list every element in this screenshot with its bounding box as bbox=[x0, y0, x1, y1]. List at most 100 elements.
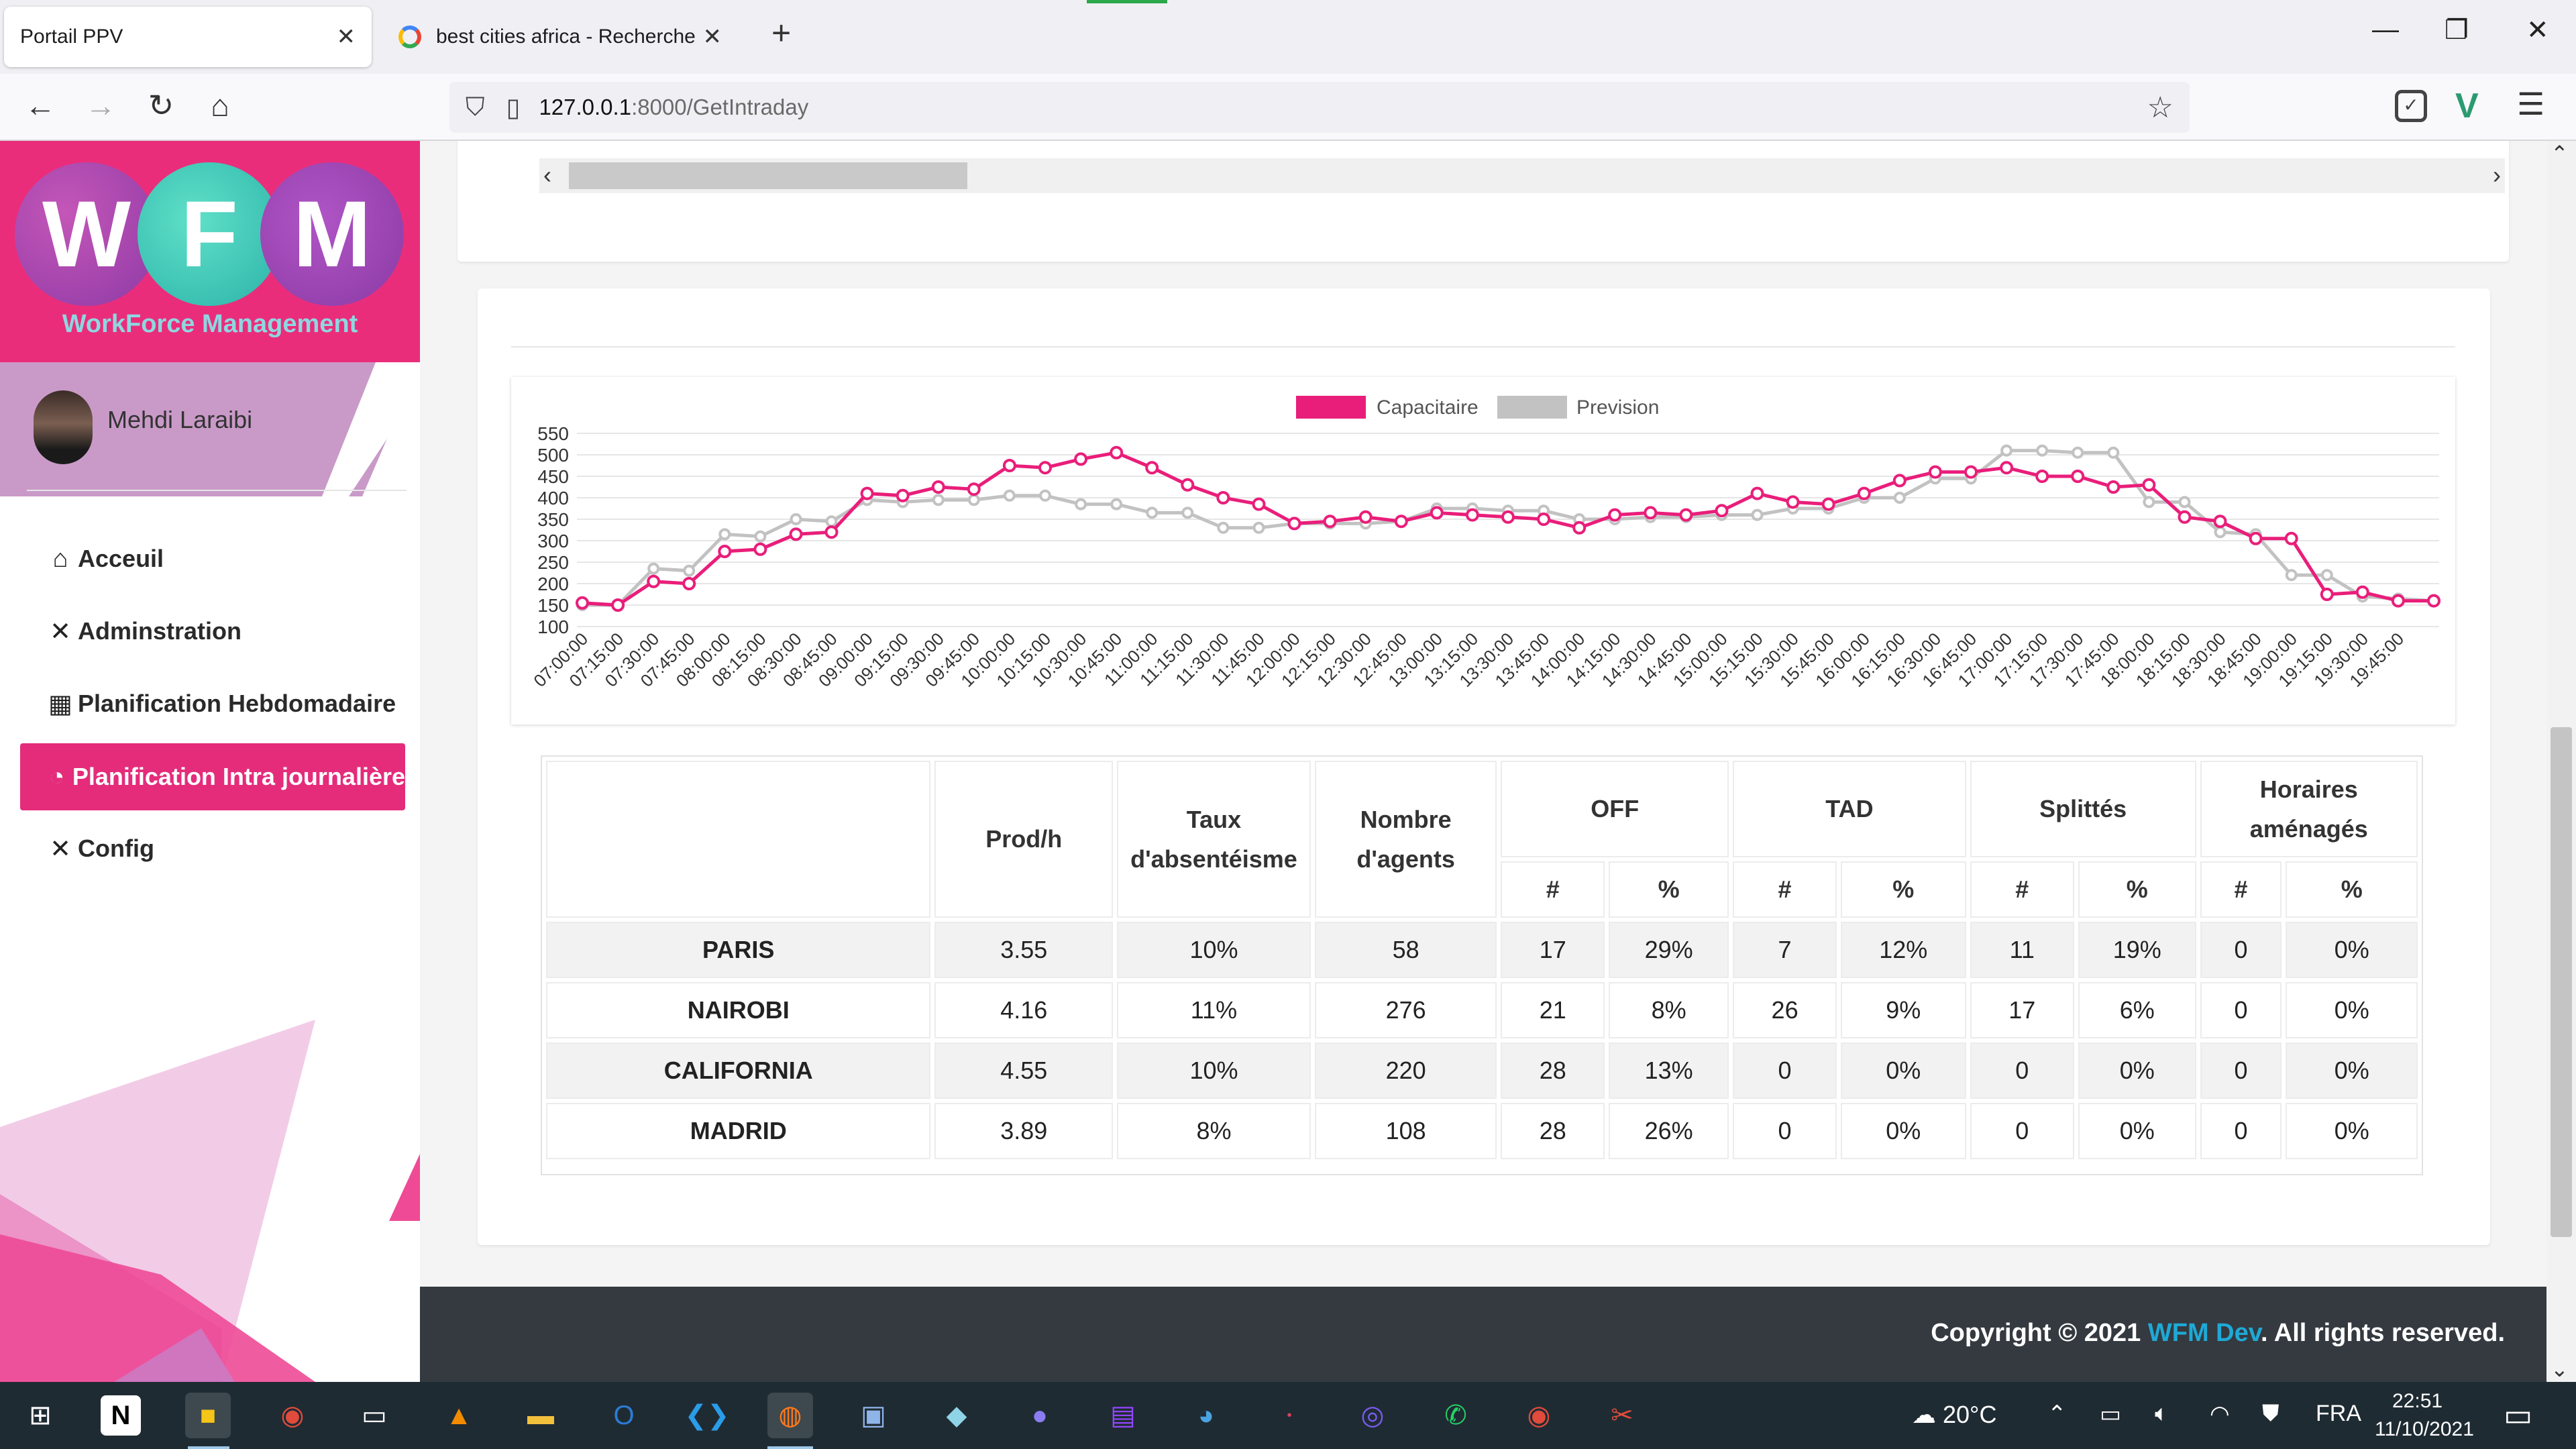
data-point[interactable] bbox=[683, 564, 696, 577]
data-point[interactable] bbox=[718, 545, 732, 558]
data-point[interactable] bbox=[1537, 513, 1551, 526]
data-point[interactable] bbox=[1075, 498, 1087, 511]
volume-icon[interactable]: 🔈︎ bbox=[2155, 1401, 2168, 1427]
data-point[interactable] bbox=[896, 488, 910, 502]
data-point[interactable] bbox=[1715, 504, 1729, 518]
data-point[interactable] bbox=[1893, 492, 1906, 504]
data-point[interactable] bbox=[1146, 506, 1159, 519]
data-point[interactable] bbox=[1110, 445, 1124, 460]
data-point[interactable] bbox=[1394, 515, 1408, 529]
data-point[interactable] bbox=[1430, 506, 1444, 520]
chevron-up-icon[interactable]: ⌃ bbox=[2047, 1401, 2067, 1428]
data-point[interactable] bbox=[932, 494, 945, 506]
close-tab-icon[interactable]: ✕ bbox=[703, 23, 722, 50]
data-point[interactable] bbox=[1465, 508, 1479, 522]
sidebar-item-config[interactable]: ✕ Config bbox=[19, 815, 407, 882]
vscode-icon[interactable]: ❮❯ bbox=[684, 1393, 730, 1438]
scrollbar-thumb[interactable] bbox=[2551, 727, 2572, 1237]
eclipse-icon[interactable]: ● bbox=[1017, 1393, 1063, 1438]
windows-start-icon[interactable]: ⊞ bbox=[17, 1393, 63, 1438]
close-tab-icon[interactable]: ✕ bbox=[337, 23, 356, 50]
data-point[interactable] bbox=[753, 542, 767, 556]
restore-icon[interactable]: ❐ bbox=[2445, 15, 2469, 46]
data-point[interactable] bbox=[860, 486, 874, 500]
home-icon[interactable]: ⌂ bbox=[200, 87, 240, 123]
data-point[interactable] bbox=[2249, 531, 2263, 545]
scroll-up-icon[interactable]: ⌃ bbox=[2551, 141, 2569, 166]
tab-google-search[interactable]: best cities africa - Recherche Go ✕ bbox=[382, 7, 738, 67]
data-point[interactable] bbox=[1252, 497, 1266, 511]
data-point[interactable] bbox=[576, 596, 589, 610]
battery-icon[interactable]: ▭ bbox=[2100, 1401, 2121, 1428]
back-icon[interactable]: ← bbox=[20, 87, 60, 123]
data-point[interactable] bbox=[2071, 470, 2085, 483]
data-point[interactable] bbox=[1323, 515, 1337, 529]
whatsapp-icon[interactable]: ✆ bbox=[1433, 1393, 1479, 1438]
data-point[interactable] bbox=[1003, 489, 1016, 502]
shield-icon[interactable]: ⛉ bbox=[466, 93, 485, 122]
data-point[interactable] bbox=[2427, 594, 2440, 608]
wifi-icon[interactable]: ◠ bbox=[2210, 1401, 2230, 1428]
data-point[interactable] bbox=[790, 513, 802, 525]
hamburger-menu-icon[interactable]: ☰ bbox=[2517, 86, 2544, 122]
data-point[interactable] bbox=[2178, 510, 2192, 524]
data-point[interactable] bbox=[825, 515, 838, 528]
data-point[interactable] bbox=[1964, 465, 1978, 479]
data-point[interactable] bbox=[1608, 508, 1622, 522]
data-point[interactable] bbox=[611, 598, 625, 612]
data-point[interactable] bbox=[2036, 444, 2049, 457]
legend-label-prevision[interactable]: Prevision bbox=[1576, 396, 1659, 419]
data-point[interactable] bbox=[824, 525, 839, 539]
twitch-icon[interactable]: ▤ bbox=[1100, 1393, 1146, 1438]
sidebar-item-planification-hebdomadaire[interactable]: ▦ Planification Hebdomadaire bbox=[19, 670, 407, 737]
sticky-notes-icon[interactable]: ■ bbox=[185, 1393, 231, 1438]
data-point[interactable] bbox=[1252, 521, 1265, 534]
data-point[interactable] bbox=[967, 494, 980, 506]
data-point[interactable] bbox=[2355, 585, 2369, 599]
data-point[interactable] bbox=[2106, 480, 2121, 494]
data-point[interactable] bbox=[1074, 452, 1088, 466]
data-point[interactable] bbox=[2284, 531, 2298, 545]
data-point[interactable] bbox=[967, 482, 981, 496]
data-point[interactable] bbox=[1501, 510, 1515, 524]
wfm-logo[interactable]: W F M WorkForce Management bbox=[0, 141, 420, 362]
data-point[interactable] bbox=[789, 527, 803, 541]
terminal-app-icon[interactable]: • bbox=[1267, 1393, 1312, 1438]
vertical-scrollbar[interactable]: ⌃ ⌄ bbox=[2546, 141, 2576, 1382]
data-point[interactable] bbox=[2178, 496, 2191, 508]
data-point[interactable] bbox=[1679, 508, 1693, 522]
data-point[interactable] bbox=[1287, 517, 1301, 531]
data-point[interactable] bbox=[754, 530, 767, 543]
bookmark-star-icon[interactable]: ☆ bbox=[2147, 91, 2174, 125]
forward-icon[interactable]: → bbox=[80, 87, 121, 123]
close-window-icon[interactable]: ✕ bbox=[2526, 15, 2549, 46]
outlook-icon[interactable]: O bbox=[601, 1393, 647, 1438]
scroll-down-icon[interactable]: ⌄ bbox=[2551, 1356, 2569, 1382]
minimize-icon[interactable]: — bbox=[2372, 15, 2399, 45]
scrollbar-thumb[interactable] bbox=[569, 162, 967, 189]
snipping-tool-icon[interactable]: ✂ bbox=[1599, 1393, 1645, 1438]
data-point[interactable] bbox=[1145, 461, 1159, 475]
data-point[interactable] bbox=[1002, 459, 1016, 472]
data-point[interactable] bbox=[2285, 569, 2298, 582]
avatar[interactable] bbox=[34, 390, 93, 464]
notes-app-icon[interactable]: ◆ bbox=[934, 1393, 979, 1438]
chrome-profile-icon[interactable]: ◉ bbox=[1516, 1393, 1562, 1438]
network-tool-icon[interactable]: ▣ bbox=[851, 1393, 896, 1438]
data-point[interactable] bbox=[647, 562, 660, 575]
data-point[interactable] bbox=[2320, 569, 2333, 582]
sidebar-item-planification-intra[interactable]: ◔ Planification Intra journalière bbox=[20, 743, 405, 810]
footer-brand-link[interactable]: WFM Dev bbox=[2148, 1319, 2261, 1347]
scroll-left-icon[interactable]: ‹ bbox=[543, 161, 551, 189]
clock-date[interactable]: 11/10/2021 bbox=[2375, 1418, 2474, 1441]
data-point[interactable] bbox=[1181, 478, 1195, 492]
data-point[interactable] bbox=[2000, 461, 2014, 475]
clock-time[interactable]: 22:51 bbox=[2392, 1390, 2443, 1413]
data-point[interactable] bbox=[1181, 506, 1194, 519]
url-bar[interactable]: ⛉ ▯ 127.0.0.1:8000/GetIntraday ☆ bbox=[449, 82, 2190, 133]
data-point[interactable] bbox=[1216, 491, 1230, 504]
data-point[interactable] bbox=[2213, 515, 2227, 529]
legend-label-capacitaire[interactable]: Capacitaire bbox=[1377, 396, 1479, 419]
data-point[interactable] bbox=[2107, 446, 2120, 459]
input-language[interactable]: FRA bbox=[2316, 1401, 2361, 1427]
